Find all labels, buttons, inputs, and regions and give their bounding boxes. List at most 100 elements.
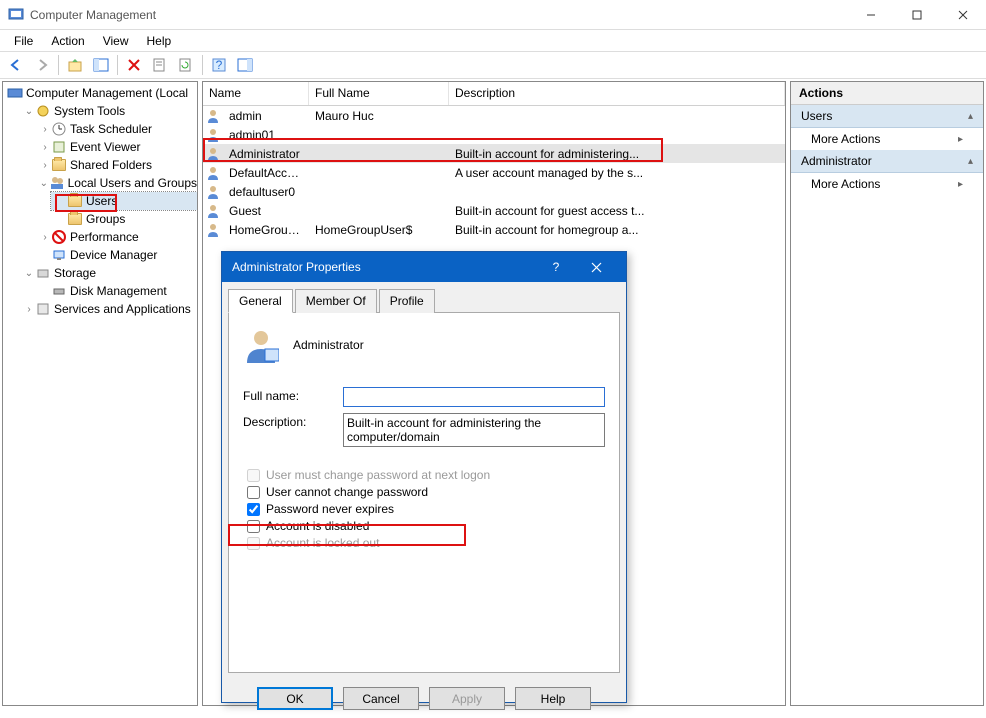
action-more-users[interactable]: More Actions▸ xyxy=(791,128,983,150)
dialog-help-button[interactable]: ? xyxy=(536,252,576,282)
app-icon xyxy=(8,7,24,23)
collapse-icon: ▴ xyxy=(968,111,973,122)
user-icon xyxy=(205,127,221,143)
tree-root-label: Computer Management (Local xyxy=(26,86,188,100)
dialog-buttons: OK Cancel Apply Help xyxy=(222,679,626,718)
list-row[interactable]: admin Mauro Huc xyxy=(203,106,785,125)
twisty-icon[interactable]: ⌄ xyxy=(39,178,49,189)
tree-storage[interactable]: ⌄Storage xyxy=(19,264,197,282)
tree-groups[interactable]: Groups xyxy=(51,210,197,228)
collapse-icon: ▴ xyxy=(968,156,973,167)
maximize-button[interactable] xyxy=(894,0,940,30)
twisty-icon[interactable]: › xyxy=(39,142,51,153)
actions-header: Actions xyxy=(791,82,983,105)
twisty-icon[interactable]: ⌄ xyxy=(23,268,35,279)
chk-locked-out: Account is locked out xyxy=(243,536,605,550)
tree-system-tools[interactable]: ⌄System Tools xyxy=(19,102,197,120)
menubar: File Action View Help xyxy=(0,30,986,51)
action-group-admin[interactable]: Administrator▴ xyxy=(791,150,983,173)
tree-root[interactable]: Computer Management (Local xyxy=(3,84,197,102)
forward-button[interactable] xyxy=(30,53,54,77)
properties-button[interactable] xyxy=(148,53,172,77)
user-icon xyxy=(205,108,221,124)
dialog-user-name: Administrator xyxy=(293,338,364,352)
svg-text:?: ? xyxy=(216,58,223,72)
dialog-titlebar[interactable]: Administrator Properties ? xyxy=(222,252,626,282)
tree-services-apps[interactable]: ›Services and Applications xyxy=(19,300,197,318)
user-icon xyxy=(205,146,221,162)
column-name[interactable]: Name xyxy=(203,82,309,105)
close-button[interactable] xyxy=(940,0,986,30)
delete-button[interactable] xyxy=(122,53,146,77)
chk-must-change: User must change password at next logon xyxy=(243,468,605,482)
list-row[interactable]: HomeGroup... HomeGroupUser$ Built-in acc… xyxy=(203,220,785,239)
tree-local-users[interactable]: ⌄Local Users and Groups xyxy=(35,174,197,192)
dialog-tabs: General Member Of Profile xyxy=(228,288,620,313)
description-label: Description: xyxy=(243,413,343,429)
apply-button[interactable]: Apply xyxy=(429,687,505,710)
dialog-close-button[interactable] xyxy=(576,252,616,282)
menu-help[interactable]: Help xyxy=(139,32,180,50)
user-icon xyxy=(205,184,221,200)
window-title: Computer Management xyxy=(30,8,848,22)
tree-event-viewer[interactable]: ›Event Viewer xyxy=(35,138,197,156)
dialog-title: Administrator Properties xyxy=(232,260,536,274)
list-header: Name Full Name Description xyxy=(203,82,785,106)
chevron-right-icon: ▸ xyxy=(958,134,963,145)
chk-account-disabled[interactable]: Account is disabled xyxy=(243,519,605,533)
cancel-button[interactable]: Cancel xyxy=(343,687,419,710)
column-fullname[interactable]: Full Name xyxy=(309,82,449,105)
action-group-users[interactable]: Users▴ xyxy=(791,105,983,128)
tab-profile[interactable]: Profile xyxy=(379,289,435,313)
tree-users[interactable]: Users xyxy=(51,192,197,210)
show-hide-action-button[interactable] xyxy=(233,53,257,77)
twisty-icon[interactable]: › xyxy=(39,232,51,243)
list-row[interactable]: Guest Built-in account for guest access … xyxy=(203,201,785,220)
list-row[interactable]: admin01 xyxy=(203,125,785,144)
twisty-icon[interactable]: › xyxy=(39,124,51,135)
up-button[interactable] xyxy=(63,53,87,77)
toolbar: ? xyxy=(0,51,986,79)
list-row-selected[interactable]: Administrator Built-in account for admin… xyxy=(203,144,785,163)
user-icon xyxy=(205,165,221,181)
tree-device-manager[interactable]: Device Manager xyxy=(35,246,197,264)
twisty-icon[interactable]: › xyxy=(23,304,35,315)
list-row[interactable]: defaultuser0 xyxy=(203,182,785,201)
tab-general[interactable]: General xyxy=(228,289,293,313)
tree-shared-folders[interactable]: ›Shared Folders xyxy=(35,156,197,174)
ok-button[interactable]: OK xyxy=(257,687,333,710)
column-description[interactable]: Description xyxy=(449,82,785,105)
show-hide-tree-button[interactable] xyxy=(89,53,113,77)
user-large-icon xyxy=(243,327,279,363)
twisty-icon[interactable]: › xyxy=(39,160,51,171)
fullname-label: Full name: xyxy=(243,387,343,403)
list-row[interactable]: DefaultAcco... A user account managed by… xyxy=(203,163,785,182)
fullname-field[interactable] xyxy=(343,387,605,407)
help-button[interactable]: Help xyxy=(515,687,591,710)
tree-performance[interactable]: ›Performance xyxy=(35,228,197,246)
list-body: admin Mauro Huc admin01 Administrator Bu… xyxy=(203,106,785,239)
tab-member-of[interactable]: Member Of xyxy=(295,289,377,313)
minimize-button[interactable] xyxy=(848,0,894,30)
chk-cannot-change[interactable]: User cannot change password xyxy=(243,485,605,499)
properties-dialog: Administrator Properties ? General Membe… xyxy=(221,251,627,703)
menu-file[interactable]: File xyxy=(6,32,41,50)
user-icon xyxy=(205,222,221,238)
menu-view[interactable]: View xyxy=(95,32,137,50)
action-more-admin[interactable]: More Actions▸ xyxy=(791,173,983,195)
titlebar: Computer Management xyxy=(0,0,986,30)
twisty-icon[interactable]: ⌄ xyxy=(23,106,35,117)
tree-disk-management[interactable]: Disk Management xyxy=(35,282,197,300)
back-button[interactable] xyxy=(4,53,28,77)
description-field[interactable]: Built-in account for administering the c… xyxy=(343,413,605,447)
chevron-right-icon: ▸ xyxy=(958,179,963,190)
refresh-button[interactable] xyxy=(174,53,198,77)
tree-task-scheduler[interactable]: ›Task Scheduler xyxy=(35,120,197,138)
help-button[interactable]: ? xyxy=(207,53,231,77)
menu-action[interactable]: Action xyxy=(43,32,92,50)
tree-pane[interactable]: Computer Management (Local ⌄System Tools… xyxy=(2,81,198,706)
user-icon xyxy=(205,203,221,219)
dialog-body: Administrator Full name: Description: Bu… xyxy=(228,313,620,673)
actions-pane: Actions Users▴ More Actions▸ Administrat… xyxy=(790,81,984,706)
chk-never-expires[interactable]: Password never expires xyxy=(243,502,605,516)
